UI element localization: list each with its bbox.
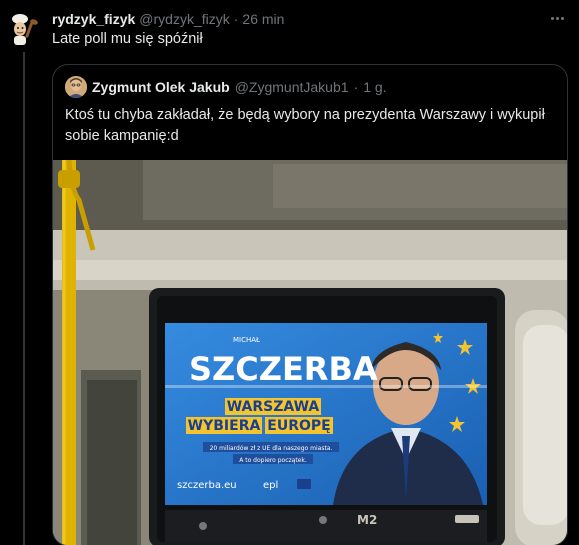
poster-slogan-1: WARSZAWA [227, 399, 320, 415]
more-dot [555, 16, 559, 20]
author-handle[interactable]: @rydzyk_fizyk [139, 11, 229, 27]
tram-interior-photo: MICHAŁ SZCZERBA WARSZAWA WYBIERA EUROPĘ … [53, 160, 567, 545]
avatar[interactable] [4, 10, 42, 48]
quoted-avatar-icon [65, 76, 87, 98]
poster-website: szczerba.eu [177, 480, 237, 491]
poster-party-logo: epl [263, 480, 278, 491]
attached-photo[interactable]: MICHAŁ SZCZERBA WARSZAWA WYBIERA EUROPĘ … [53, 160, 567, 545]
quoted-tweet-header: Zygmunt Olek Jakub @ZygmuntJakub1 · 1 g. [65, 76, 387, 98]
quoted-avatar[interactable] [65, 76, 87, 98]
separator-dot: · [233, 11, 239, 27]
door-label: M2 [357, 513, 377, 527]
tweet-timestamp[interactable]: 26 min [242, 11, 284, 27]
poster-last-name: SZCZERBA [189, 350, 378, 388]
chef-cartoon-icon [4, 10, 42, 48]
poster-slogan-2: WYBIERA [188, 418, 261, 434]
quoted-author-name[interactable]: Zygmunt Olek Jakub [92, 79, 230, 95]
separator-dot: · [353, 79, 359, 95]
author-name[interactable]: rydzyk_fizyk [52, 11, 135, 27]
quoted-author-handle[interactable]: @ZygmuntJakub1 [235, 79, 349, 95]
poster-claim-2: A to dopiero początek. [239, 457, 307, 464]
quoted-timestamp[interactable]: 1 g. [363, 79, 386, 95]
more-horizontal-icon [550, 16, 554, 20]
tweet-header: rydzyk_fizyk @rydzyk_fizyk · 26 min [52, 10, 284, 28]
more-options-button[interactable] [547, 8, 567, 28]
quoted-tweet-text: Ktoś tu chyba zakładał, że będą wybory n… [65, 107, 545, 144]
poster-first-name: MICHAŁ [233, 336, 260, 344]
poster-claim-1: 20 miliardów zł z UE dla naszego miasta. [210, 445, 333, 452]
more-dot [560, 16, 564, 20]
quoted-tweet-card[interactable]: Zygmunt Olek Jakub @ZygmuntJakub1 · 1 g.… [52, 64, 568, 545]
tweet-text: Late poll mu się spóźnił [52, 31, 203, 47]
thread-line [23, 52, 25, 545]
poster-slogan-3: EUROPĘ [267, 418, 330, 434]
